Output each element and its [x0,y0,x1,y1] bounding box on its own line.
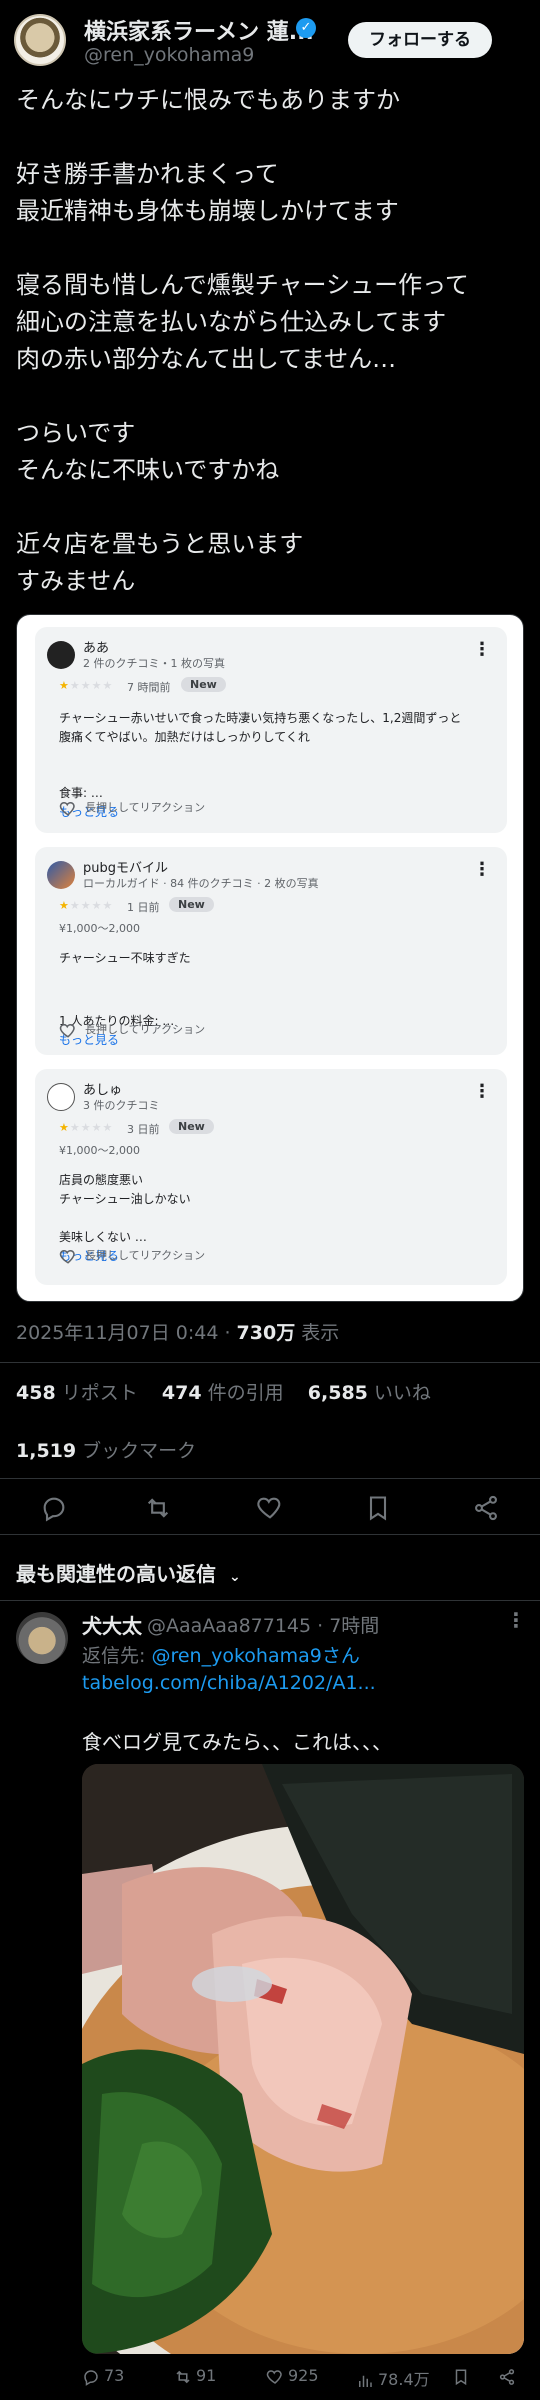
reply-repost-button[interactable]: 91 [174,2366,216,2386]
tweet-action-bar [0,1486,540,1530]
review-time: 7 時間前 [127,681,171,694]
reaction-label: 長押ししてリアクション [85,801,206,814]
tweet-paragraph: つらいです そんなに不味いですかね [16,419,280,484]
review-extra-label: 食事: … [59,786,103,800]
sort-label: 最も関連性の高い返信 [16,1562,216,1586]
reply-icon [84,2369,98,2386]
reply-like-button[interactable]: 925 [266,2366,319,2386]
quote-stat[interactable]: 474 件の引用 [162,1382,284,1404]
review-card: ああ 2 件のクチコミ・1 枚の写真 ⋮ ★★★★★ 7 時間前 New チャー… [35,627,507,833]
reviewer-meta: ローカルガイド · 84 件のクチコミ · 2 枚の写真 [83,877,319,890]
reviewer-name: pubgモバイル [83,861,168,876]
tweet-paragraph: そんなにウチに恨みでもありますか [16,86,400,114]
divider [0,1478,540,1479]
heart-icon [59,1023,75,1038]
reviewer-avatar [47,861,75,889]
reply-views-button[interactable]: 78.4万 [356,2366,430,2390]
reviewer-meta: 2 件のクチコミ・1 枚の写真 [83,657,225,670]
review-time: 1 日前 [127,901,160,914]
like-stat[interactable]: 6,585 いいね [308,1382,431,1404]
reaction-button[interactable]: 長押ししてリアクション [59,799,205,817]
like-icon[interactable] [256,1494,284,1522]
review-body: チャーシュー不味すぎた [59,951,191,965]
reviewer-avatar [47,641,75,669]
tweet-text: そんなにウチに恨みでもありますか 好き勝手書かれまくって 最近精神も身体も崩壊し… [16,82,524,600]
tweet-media-image[interactable]: ああ 2 件のクチコミ・1 枚の写真 ⋮ ★★★★★ 7 時間前 New チャー… [16,614,524,1302]
star-rating: ★★★★★ [59,1121,114,1134]
reply-reply-button[interactable]: 73 [82,2366,124,2386]
like-icon [266,2369,282,2384]
reply-to-label: 返信先: [82,1645,152,1667]
reaction-label: 長押ししてリアクション [85,1023,206,1036]
share-icon[interactable] [472,1494,500,1522]
repost-icon [176,2370,190,2383]
heart-icon [59,801,75,816]
star-rating: ★★★★★ [59,679,114,692]
reply-to-handle[interactable]: @ren_yokohama9さん [151,1645,359,1667]
bookmark-stat[interactable]: 1,519 ブックマーク [16,1436,196,1463]
reply-author-name[interactable]: 犬大太 [82,1610,142,1639]
tweet-paragraph: 好き勝手書かれまくって 最近精神も身体も崩壊しかけてます [16,160,399,225]
more-options-icon[interactable]: ⋮ [473,639,491,660]
heart-icon [59,1249,75,1264]
reply-to-line: 返信先: @ren_yokohama9さん [82,1641,360,1668]
reviewer-avatar [47,1083,75,1111]
repost-icon[interactable] [144,1494,172,1522]
views-icon [359,2375,372,2387]
tweet-header: 横浜家系ラーメン 蓮... ✓ @ren_yokohama9 フォローする [0,0,540,70]
star-rating: ★★★★★ [59,899,114,912]
view-count: 730万 [236,1322,296,1344]
review-extra-label: 美味しくない … [59,1230,147,1244]
chevron-down-icon: ⌄ [228,1569,241,1585]
more-options-icon[interactable]: ⋮ [473,859,491,880]
reply-link[interactable]: tabelog.com/chiba/A1202/A1... [82,1672,376,1694]
reply-text: 食べログ見てみたら、、これは、、、 [82,1730,392,1754]
share-icon[interactable] [498,2368,516,2386]
divider [0,1534,540,1535]
new-badge: New [169,1119,214,1134]
reviewer-name: ああ [83,641,110,656]
view-label: 表示 [295,1322,340,1344]
reaction-button[interactable]: 長押ししてリアクション [59,1247,205,1265]
review-body: 店員の態度悪い チャーシュー油しかない [59,1173,191,1206]
reply-author-handle[interactable]: @AaaAaa877145 · 7時間 [147,1611,379,1638]
review-time: 3 日前 [127,1123,160,1136]
divider [0,1600,540,1601]
divider [0,1362,540,1363]
reviewer-name: あしゅ [83,1083,123,1098]
author-avatar[interactable] [14,14,66,66]
reply-avatar[interactable] [16,1612,68,1664]
price-range: ¥1,000～2,000 [59,1144,140,1157]
reviewer-meta: 3 件のクチコミ [83,1099,160,1112]
price-range: ¥1,000～2,000 [59,922,140,935]
repost-stat[interactable]: 458 リポスト [16,1382,138,1404]
review-card: あしゅ 3 件のクチコミ ⋮ ★★★★★ 3 日前 New ¥1,000～2,0… [35,1069,507,1285]
bookmark-icon[interactable] [364,1494,392,1522]
reply-sort-selector[interactable]: 最も関連性の高い返信 ⌄ [16,1558,241,1587]
ramen-illustration [82,1764,524,2354]
more-options-icon[interactable]: ⋮ [506,1608,526,1632]
verified-badge-icon: ✓ [296,18,316,38]
review-card: pubgモバイル ローカルガイド · 84 件のクチコミ · 2 枚の写真 ⋮ … [35,847,507,1055]
reply-icon[interactable] [40,1494,68,1522]
tweet-datetime[interactable]: 2025年11月07日 0:44 · [16,1322,237,1344]
follow-button[interactable]: フォローする [348,22,492,58]
reaction-button[interactable]: 長押ししてリアクション [59,1021,205,1039]
reply-action-bar: 73 91 925 78.4万 [82,2362,524,2392]
more-options-icon[interactable]: ⋮ [473,1081,491,1102]
tweet-paragraph: 近々店を畳もうと思います すみません [16,530,304,595]
review-body: チャーシュー赤いせいで食った時凄い気持ち悪くなったし、1,2週間ずっと 腹痛くて… [59,711,462,744]
new-badge: New [169,897,214,912]
author-handle[interactable]: @ren_yokohama9 [84,44,254,66]
new-badge: New [181,677,226,692]
engagement-stats: 458 リポスト 474 件の引用 6,585 いいね [16,1378,431,1405]
tweet-paragraph: 寝る間も惜しんで燻製チャーシュー作って 細心の注意を払いながら仕込みしてます 肉… [16,271,469,373]
author-name[interactable]: 横浜家系ラーメン 蓮... [84,14,314,46]
reaction-label: 長押ししてリアクション [85,1249,206,1262]
bookmark-icon[interactable] [452,2368,470,2386]
tweet-timestamp: 2025年11月07日 0:44 · 730万 表示 [16,1318,339,1345]
reply-photo-ramen[interactable] [82,1764,524,2354]
